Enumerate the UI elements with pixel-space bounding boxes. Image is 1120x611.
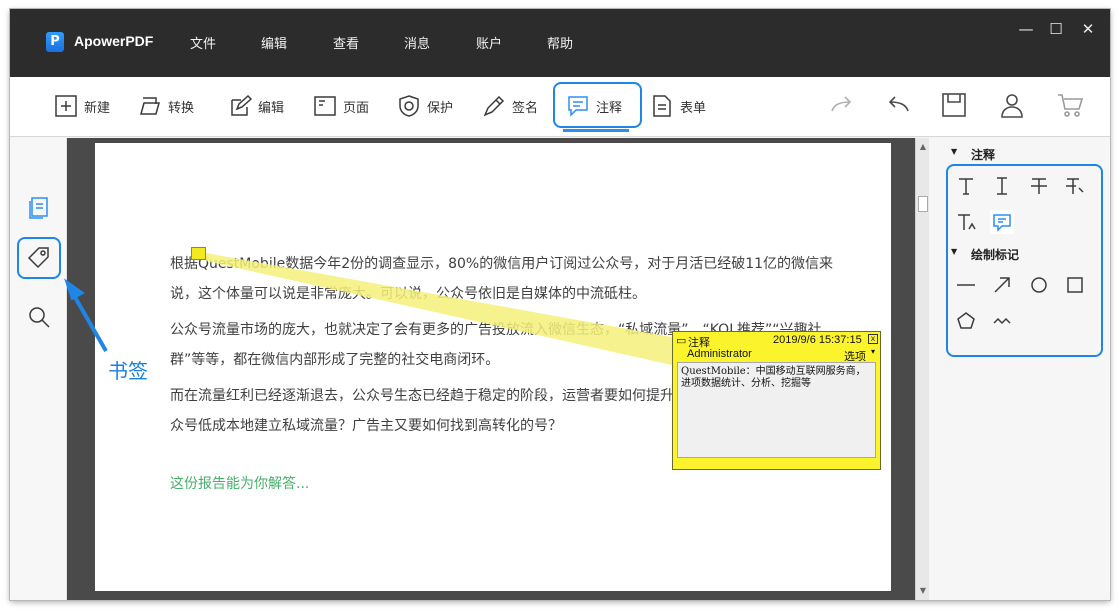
user-button[interactable] xyxy=(998,91,1026,119)
sign-label: 签名 xyxy=(512,100,539,116)
user-icon xyxy=(1001,94,1023,118)
vertical-scrollbar[interactable]: ▲ ▼ xyxy=(915,138,929,600)
menu-help[interactable]: 帮助 xyxy=(547,33,573,52)
sticky-note-popup[interactable]: ▭ 注释 2019/9/6 15:37:15 x Administrator 选… xyxy=(672,331,881,470)
menu-edit[interactable]: 编辑 xyxy=(261,33,287,52)
bookmark-callout-label: 书签 xyxy=(108,359,148,383)
strikethrough-icon[interactable] xyxy=(1027,174,1051,198)
protect-label: 保护 xyxy=(427,100,454,116)
pen-icon xyxy=(483,95,505,117)
tag-icon xyxy=(27,247,49,269)
note-marker-icon[interactable] xyxy=(191,247,206,260)
edit-label: 编辑 xyxy=(258,100,285,116)
note-close-button[interactable]: x xyxy=(868,334,878,344)
note-content[interactable]: QuestMobile：中国移动互联网服务商，进项数据统计、分析、挖掘等 xyxy=(677,362,876,458)
save-button[interactable] xyxy=(940,91,968,119)
cta-text: 这份报告能为你解答... xyxy=(170,476,310,492)
section-annotate-title: 注释 xyxy=(971,148,996,162)
polygon-tool-icon[interactable] xyxy=(954,309,978,333)
section-draw-title: 绘制标记 xyxy=(971,248,1020,262)
page-button[interactable]: 页面 xyxy=(313,93,369,119)
thumbnails-button[interactable] xyxy=(26,195,52,221)
screenshot-frame: P ApowerPDF 文件 编辑 查看 消息 账户 帮助 — ☐ ✕ 新建 转… xyxy=(0,0,1120,611)
circle-tool-icon[interactable] xyxy=(1027,273,1051,297)
left-sidebar xyxy=(10,138,67,600)
scroll-down-icon[interactable]: ▼ xyxy=(918,586,928,596)
note-comment-icon: ▭ xyxy=(676,335,687,347)
text-cursor-tool-icon[interactable] xyxy=(990,174,1014,198)
note-author: Administrator xyxy=(687,348,752,360)
menu-messages[interactable]: 消息 xyxy=(404,33,430,52)
scroll-thumb[interactable] xyxy=(918,196,928,212)
plus-square-icon xyxy=(55,95,77,117)
menu-file[interactable]: 文件 xyxy=(190,33,216,52)
line-tool-icon[interactable] xyxy=(954,273,978,297)
active-tab-indicator xyxy=(563,129,629,132)
convert-label: 转换 xyxy=(168,100,195,116)
page-icon xyxy=(314,96,336,116)
search-button[interactable] xyxy=(26,304,52,330)
shield-icon xyxy=(399,95,419,117)
insert-text-icon[interactable] xyxy=(954,210,978,234)
paragraph-1: 根据QuestMobile数据今年2份的调查显示，80%的微信用户订阅过公众号，… xyxy=(170,256,834,302)
convert-button[interactable]: 转换 xyxy=(138,93,194,119)
redo-icon xyxy=(831,96,852,112)
search-icon xyxy=(29,307,50,328)
bookmark-button[interactable] xyxy=(26,245,52,271)
annotate-highlight-frame xyxy=(553,82,642,128)
chevron-down-icon: ▾ xyxy=(871,347,876,356)
cart-icon xyxy=(1058,94,1084,117)
section-caret-icon[interactable]: ▼ xyxy=(951,147,957,156)
menu-account[interactable]: 账户 xyxy=(476,33,502,52)
text-tool-icon[interactable] xyxy=(954,174,978,198)
annotation-panel: ▼ 注释 ▼ 绘制标记 xyxy=(929,138,1110,600)
form-label: 表单 xyxy=(680,100,707,116)
sign-button[interactable]: 签名 xyxy=(482,93,538,119)
redo-button[interactable] xyxy=(828,91,856,119)
cart-button[interactable] xyxy=(1056,91,1084,119)
edit-icon xyxy=(231,94,252,116)
rectangle-tool-icon[interactable] xyxy=(1063,273,1087,297)
form-button[interactable]: 表单 xyxy=(650,93,706,119)
new-label: 新建 xyxy=(84,100,111,116)
arrow-tool-icon[interactable] xyxy=(990,273,1014,297)
edit-button[interactable]: 编辑 xyxy=(228,93,284,119)
page-label: 页面 xyxy=(343,100,370,116)
app-name: ApowerPDF xyxy=(74,33,154,49)
note-tool-icon[interactable] xyxy=(990,210,1014,234)
convert-icon xyxy=(140,97,160,115)
scroll-up-icon[interactable]: ▲ xyxy=(918,142,928,152)
close-button[interactable]: ✕ xyxy=(1078,21,1098,37)
undo-icon xyxy=(888,96,909,112)
draw-caret-icon[interactable]: ▼ xyxy=(951,247,957,256)
save-icon xyxy=(942,93,966,117)
title-bar: P ApowerPDF 文件 编辑 查看 消息 账户 帮助 — ☐ ✕ xyxy=(10,9,1110,77)
thumbnails-icon xyxy=(29,197,48,219)
main-toolbar: 新建 转换 编辑 页面 保护 签名 注释 表单 xyxy=(10,77,1110,137)
replace-text-icon[interactable] xyxy=(1063,174,1087,198)
new-button[interactable]: 新建 xyxy=(54,93,110,119)
undo-button[interactable] xyxy=(884,91,912,119)
menu-view[interactable]: 查看 xyxy=(333,33,359,52)
minimize-button[interactable]: — xyxy=(1016,21,1036,37)
note-datetime: 2019/9/6 15:37:15 xyxy=(773,334,862,346)
app-window: P ApowerPDF 文件 编辑 查看 消息 账户 帮助 — ☐ ✕ 新建 转… xyxy=(10,9,1110,600)
protect-button[interactable]: 保护 xyxy=(397,93,453,119)
maximize-button[interactable]: ☐ xyxy=(1046,21,1066,37)
form-icon xyxy=(653,95,671,117)
freehand-tool-icon[interactable] xyxy=(990,309,1014,333)
app-logo-icon: P xyxy=(46,32,64,52)
